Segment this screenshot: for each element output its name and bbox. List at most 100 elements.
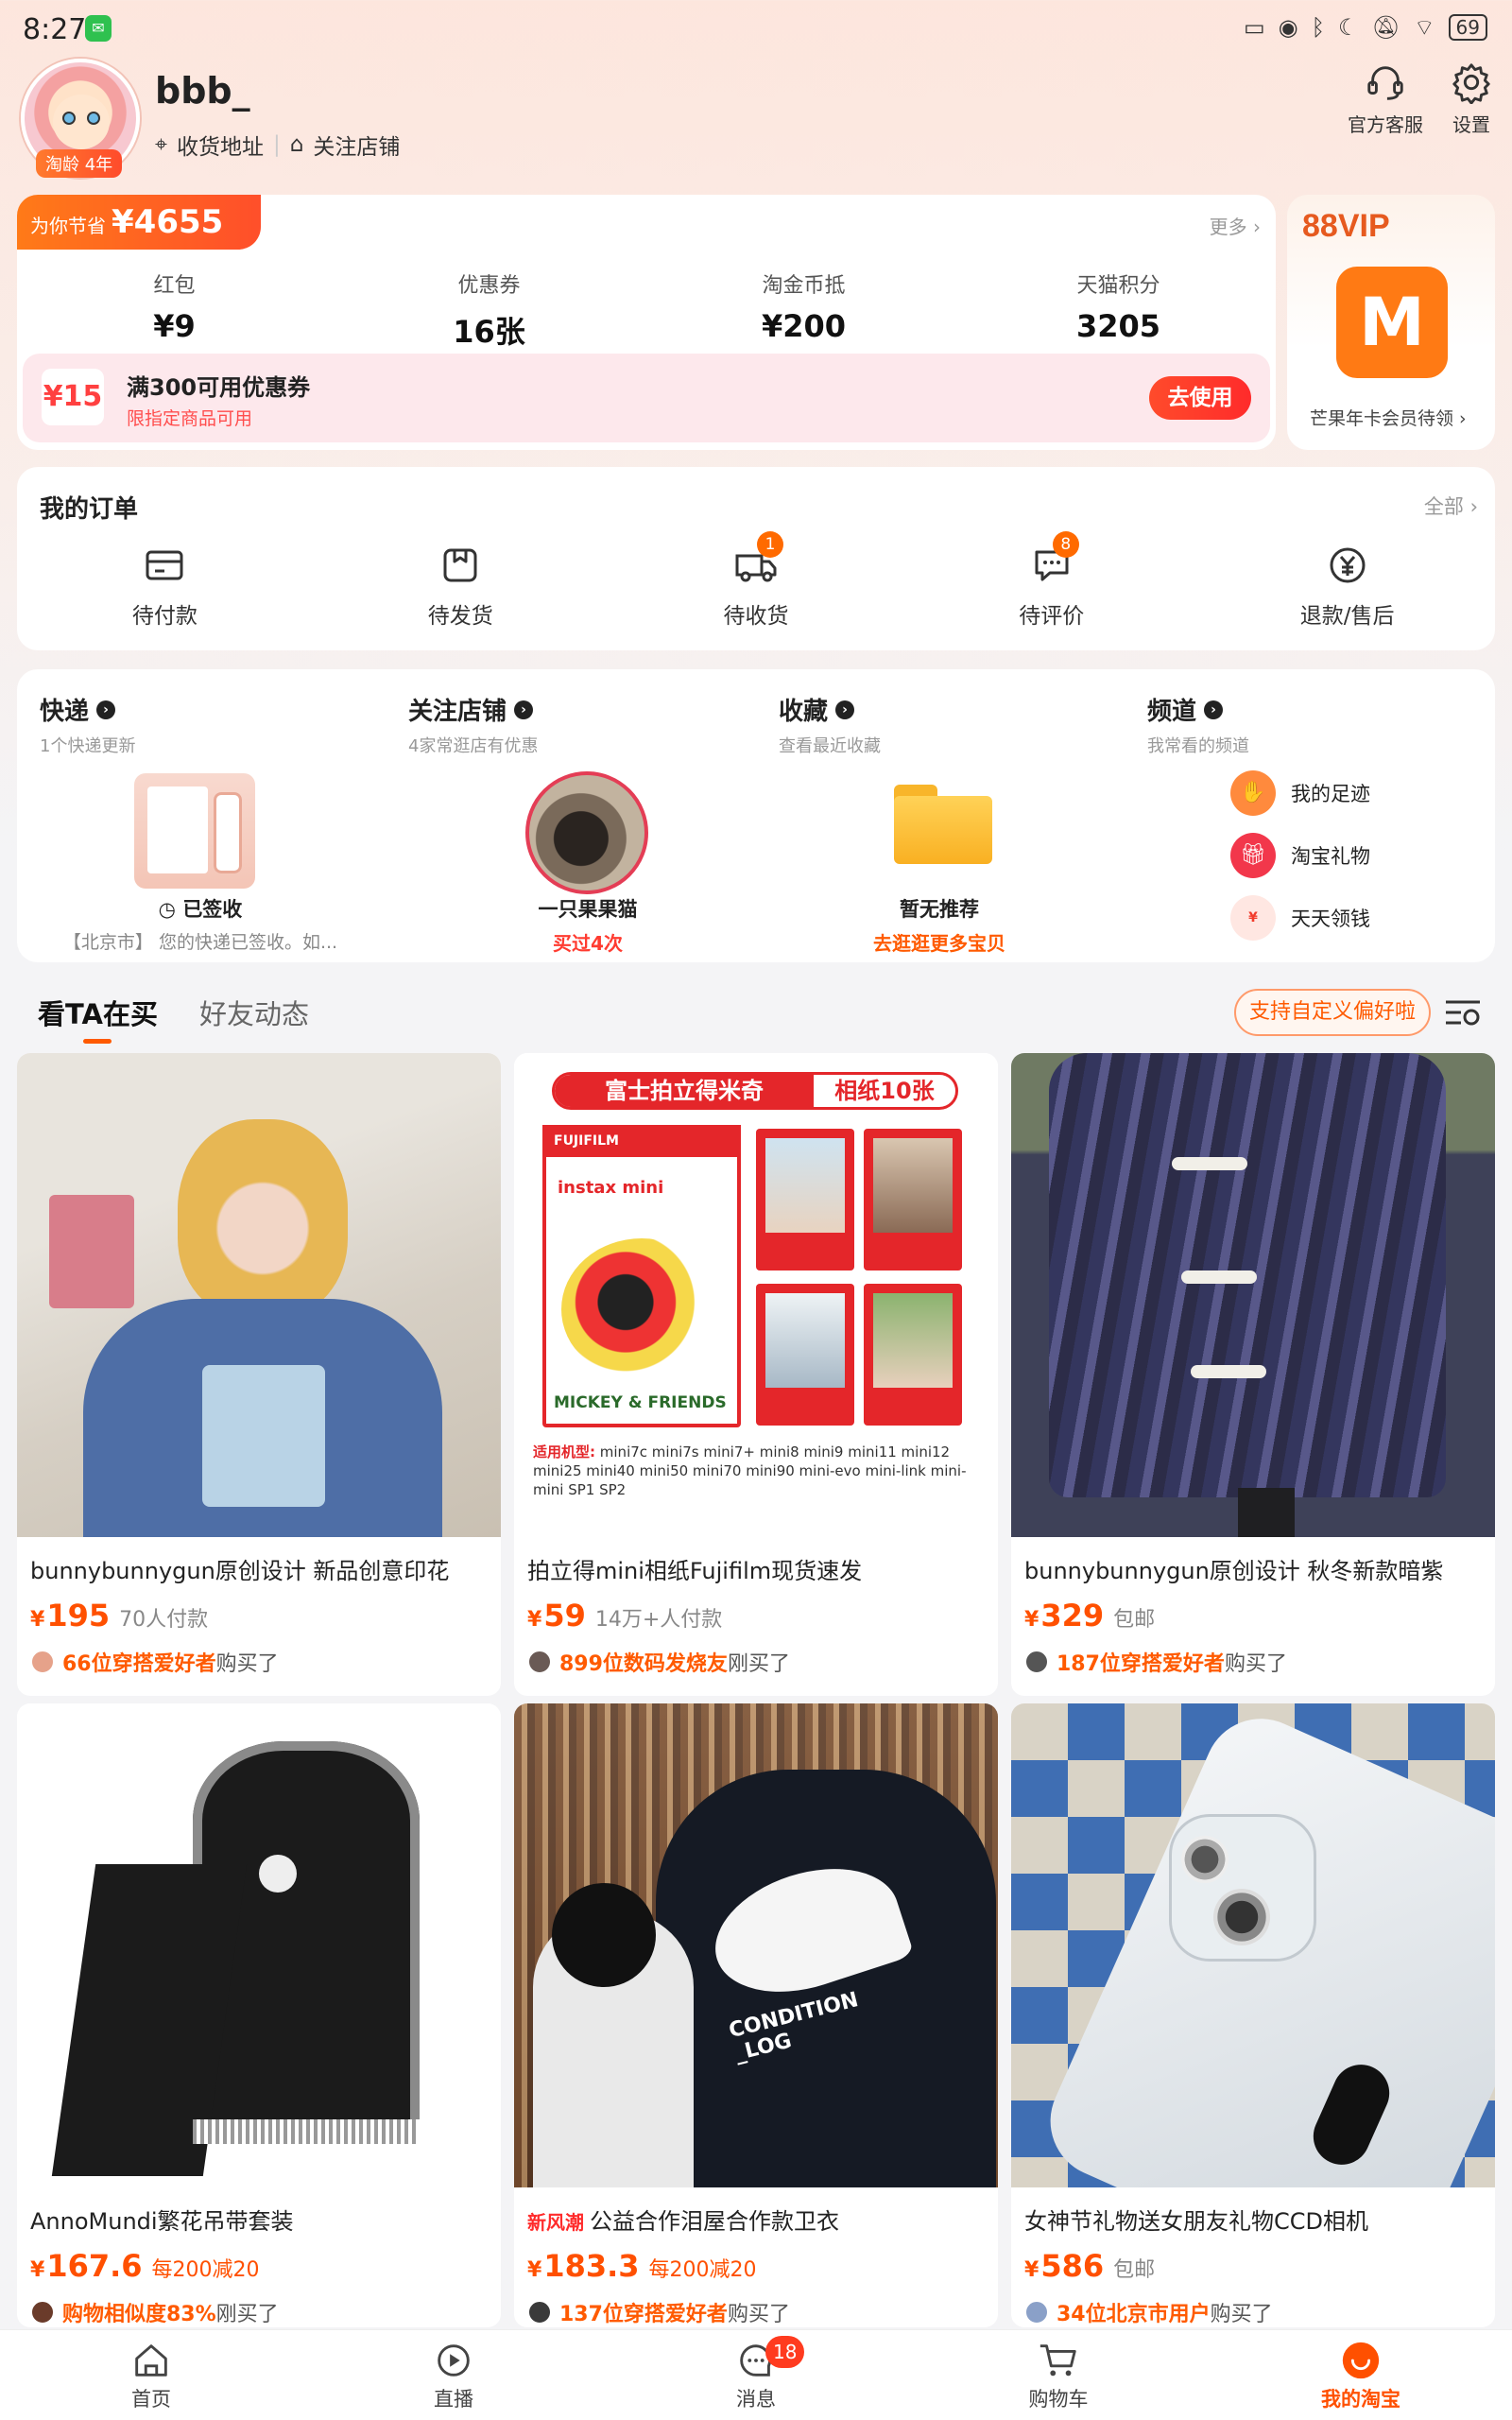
product-buyers: 899位数码发烧友 刚买了 (527, 1647, 790, 1677)
express-heading: 快递 › (40, 692, 408, 727)
order-label: 待发货 (427, 604, 493, 629)
nav-messages[interactable]: 18 消息 (605, 2330, 907, 2420)
nav-my-taobao[interactable]: 我的淘宝 (1210, 2330, 1512, 2420)
product-image (1011, 1053, 1495, 1537)
product-title-text: AnnoMundi繁花吊带套装 (30, 2208, 294, 2235)
shops-subtitle: 4家常逛店有优惠 (408, 736, 539, 756)
buyer-avatar (30, 2300, 55, 2325)
footprint-icon: ✋ (1230, 770, 1276, 816)
stat-red-packet[interactable]: 红包 ¥9 (17, 268, 332, 352)
channel-label: 天天领钱 (1291, 908, 1370, 930)
preference-button[interactable]: 支持自定义偏好啦 (1234, 989, 1432, 1036)
stat-label: 天猫积分 (1076, 274, 1160, 298)
channel-daily-cash[interactable]: ¥ 天天领钱 (1147, 895, 1512, 941)
nav-live[interactable]: 直播 (302, 2330, 605, 2420)
customer-service-button[interactable]: 官方客服 (1348, 60, 1423, 137)
buyers-highlight: 34位北京市用户 (1057, 2303, 1211, 2326)
product-price: ¥59 14万+人付款 (527, 1598, 722, 1634)
settings-button[interactable]: 设置 (1450, 60, 1493, 137)
username[interactable]: bbb_ (155, 70, 250, 112)
buyers-suffix: 购买了 (1210, 2303, 1273, 2326)
savings-tag: 为你节省 ¥4655 (17, 195, 262, 250)
orders-all-link[interactable]: 全部 › (1424, 492, 1478, 520)
savings-stats: 红包 ¥9 优惠券 16张 淘金币抵 ¥200 天猫积分 3205 (17, 268, 1276, 352)
stat-label: 淘金币抵 (762, 274, 846, 298)
product-shipping: 包邮 (1113, 1608, 1156, 1632)
order-refund[interactable]: 退款/售后 (1199, 543, 1495, 630)
buyers-suffix: 购买了 (1224, 1652, 1287, 1676)
moon-icon: ☾ (1338, 14, 1359, 41)
tab-friend-activity[interactable]: 好友动态 (199, 993, 309, 1032)
product-card[interactable]: bunnybunnygun原创设计 秋冬新款暗紫 ¥329 包邮 187位穿搭爱好… (1011, 1053, 1495, 1696)
chevron-right-icon: › (835, 700, 855, 719)
buyers-highlight: 187位穿搭爱好者 (1057, 1652, 1225, 1676)
chevron-right-icon: › (96, 700, 116, 719)
order-pending-receipt[interactable]: 1 待收货 (609, 531, 904, 630)
channels-subtitle: 我常看的频道 (1147, 736, 1249, 756)
product-card[interactable]: 女神节礼物送女朋友礼物CCD相机 ¥586 包邮 34位北京市用户 购买了 (1011, 1703, 1495, 2327)
buyers-suffix: 刚买了 (727, 1652, 790, 1676)
nav-home[interactable]: 首页 (0, 2330, 302, 2420)
stat-tmall-points[interactable]: 天猫积分 3205 (961, 268, 1276, 352)
favorites-title: 收藏 (779, 698, 829, 726)
channel-gifts[interactable]: 🎁︎ 淘宝礼物 (1147, 833, 1512, 878)
stat-coins[interactable]: 淘金币抵 ¥200 (646, 268, 961, 352)
channels-heading[interactable]: 频道 › (1147, 692, 1512, 727)
express-panel[interactable]: 快递 › 1个快递更新 ◷ 已签收 【北京市】 您的快递已签收。如... (40, 692, 408, 953)
favorites-browse-link[interactable]: 去逛逛更多宝贝 (779, 928, 1100, 956)
coupon-bar[interactable]: ¥15 满300可用优惠券 限指定商品可用 去使用 (23, 354, 1270, 442)
stat-value: 3205 (1075, 308, 1161, 344)
instax-box-title: MICKEY & FRIENDS (554, 1393, 727, 1412)
tab-watch-buying[interactable]: 看TA在买 (38, 993, 158, 1044)
buyer-avatar (30, 1650, 55, 1674)
vip-card[interactable]: 88VIP M 芒果年卡会员待领 › (1287, 195, 1495, 450)
system-icons: ▭ ◉ ᛒ ☾ 🔕︎ ⌔ 69 (1244, 13, 1487, 42)
channel-footprint[interactable]: ✋ 我的足迹 (1147, 770, 1512, 816)
cash-icon: ¥ (1230, 895, 1276, 941)
product-buyers: 137位穿搭爱好者 购买了 (527, 2297, 790, 2327)
instax-brand: FUJIFILM (542, 1125, 741, 1157)
cast-icon: ▭ (1243, 14, 1265, 41)
gift-icon: 🎁︎ (1230, 833, 1276, 878)
product-card[interactable]: 富士拍立得米奇 相纸10张 FUJIFILM instax mini MICKE… (514, 1053, 998, 1696)
order-pending-review[interactable]: 8 待评价 (903, 531, 1199, 630)
filter-icon[interactable] (1444, 996, 1482, 1028)
instax-box: FUJIFILM instax mini MICKEY & FRIENDS (542, 1125, 741, 1427)
status-bar: 8:27 ✉ ▭ ◉ ᛒ ☾ 🔕︎ ⌔ 69 (0, 0, 1512, 59)
order-count-badge: 1 (756, 531, 783, 558)
shop-name: 一只果果猫 (538, 898, 638, 921)
stat-label: 红包 (153, 274, 196, 298)
product-price: ¥195 70人付款 (30, 1598, 208, 1634)
followed-shops-link[interactable]: 关注店铺 (313, 129, 400, 161)
savings-more-link[interactable]: 更多 › (1210, 212, 1261, 239)
order-pending-shipment[interactable]: 待发货 (313, 543, 609, 630)
price-value: 586 (1040, 2248, 1105, 2284)
product-title-text: 拍立得mini相纸Fujifilm现货速发 (527, 1558, 863, 1584)
order-pending-payment[interactable]: 待付款 (17, 543, 313, 630)
favorites-panel[interactable]: 收藏 › 查看最近收藏 暂无推荐 去逛逛更多宝贝 (779, 692, 1147, 955)
stat-coupons[interactable]: 优惠券 16张 (332, 268, 646, 352)
currency-symbol: ¥ (527, 2258, 542, 2282)
followed-shops-panel[interactable]: 关注店铺 › 4家常逛店有优惠 一只果果猫 买过4次 (408, 692, 777, 955)
product-card[interactable]: bunnybunnygun原创设计 新品创意印花 ¥195 70人付款 66位穿搭… (17, 1053, 501, 1696)
package-thumbnail (134, 773, 255, 889)
product-card[interactable]: CONDITION _LOG 新风潮 公益合作泪屋合作款卫衣 ¥183.3 每200… (514, 1703, 998, 2327)
bluetooth-icon: ᛒ (1311, 14, 1325, 41)
nav-cart[interactable]: 购物车 (907, 2330, 1210, 2420)
message-count-badge: 18 (765, 2336, 805, 2368)
product-image: CONDITION _LOG (514, 1703, 998, 2187)
buyer-avatar (527, 2300, 552, 2325)
coupon-value-badge: ¥15 (42, 369, 104, 425)
address-link[interactable]: 收货地址 (177, 129, 264, 161)
product-buyers: 66位穿搭爱好者 购买了 (30, 1647, 279, 1677)
use-coupon-button[interactable]: 去使用 (1149, 376, 1251, 420)
buyer-avatar (1024, 1650, 1049, 1674)
product-sales: 70人付款 (119, 1608, 209, 1632)
product-buyers: 34位北京市用户 购买了 (1024, 2297, 1273, 2327)
bottom-nav: 首页 直播 18 消息 购物车 我的淘宝 (0, 2329, 1512, 2420)
buyers-highlight: 66位穿搭爱好者 (62, 1652, 216, 1676)
product-card[interactable]: AnnoMundi繁花吊带套装 ¥167.6 每200减20 购物相似度83% 刚买… (17, 1703, 501, 2327)
order-label: 待评价 (1019, 604, 1085, 629)
order-count-badge: 8 (1052, 531, 1079, 558)
orders-title: 我的订单 (40, 495, 139, 524)
